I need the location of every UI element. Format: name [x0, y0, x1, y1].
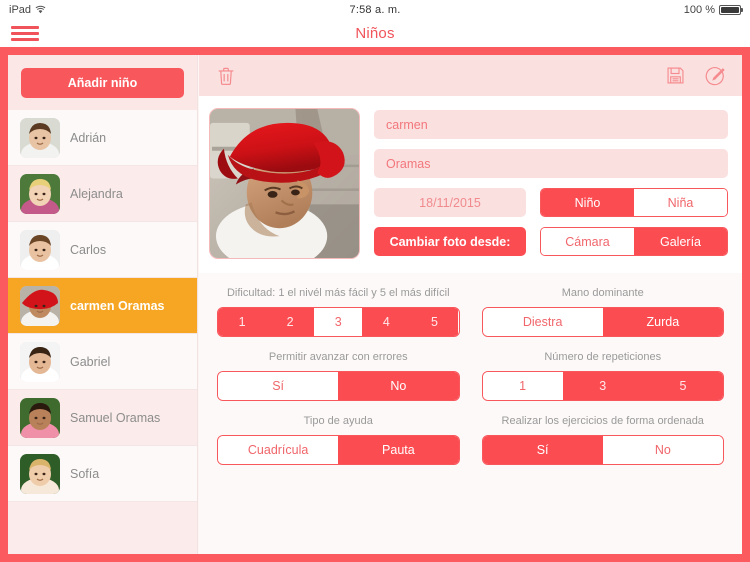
segment-option[interactable]: 2 [266, 308, 315, 336]
child-photo-carlos [20, 229, 60, 270]
child-photo-samuel [20, 397, 60, 438]
add-child-area: Añadir niño [8, 55, 197, 110]
birthdate-field[interactable]: 18/11/2015 [374, 188, 526, 217]
child-name-label: Carlos [70, 242, 107, 257]
segment-option[interactable]: Zurda [602, 308, 723, 336]
trash-icon[interactable] [213, 63, 239, 89]
sidebar-empty-space [8, 502, 197, 554]
birthdate-gender-row: 18/11/2015 Niño Niña [374, 188, 728, 217]
setting-segmented-control: 135 [481, 371, 724, 401]
page-title: Niños [355, 24, 395, 42]
child-name-label: Alejandra [70, 186, 123, 201]
clock: 7:58 a. m. [349, 3, 401, 16]
floppy-save-icon[interactable] [662, 63, 688, 89]
child-photo-carmen [20, 285, 60, 326]
gender-selector: Niño Niña [540, 188, 728, 217]
child-name-label: Adrián [70, 130, 107, 145]
photo-source-row: Cambiar foto desde: Cámara Galería [374, 227, 728, 256]
segment-option[interactable]: Niña [634, 189, 727, 216]
nav-bar: Niños [0, 19, 750, 47]
child-photo-large[interactable] [209, 108, 360, 259]
segment-option[interactable]: Sí [482, 436, 603, 464]
setting-label: Tipo de ayuda [303, 415, 373, 427]
segment-option[interactable]: Cámara [541, 228, 634, 255]
child-name-label: Sofía [70, 466, 100, 481]
child-list-item[interactable]: Samuel Oramas [8, 390, 197, 446]
setting-label: Número de repeticiones [544, 351, 662, 363]
app-root: iPad 7:58 a. m. 100 % Niños Añadir niño … [0, 0, 750, 562]
setting-help-type: Tipo de ayuda Cuadrícula Pauta [217, 415, 460, 465]
segment-option[interactable]: Niño [541, 189, 634, 216]
segment-option[interactable]: 5 [410, 308, 459, 336]
setting-label: Permitir avanzar con errores [268, 351, 408, 363]
battery-full-icon [719, 4, 743, 15]
child-photo-adrian [20, 117, 60, 158]
setting-repetitions: Número de repeticiones 1 3 5 [481, 351, 724, 401]
settings-grid: Dificultad: 1 el nivél más fácil y 5 el … [199, 273, 742, 465]
segment-option[interactable]: Sí [218, 372, 339, 400]
setting-dominant-hand: Mano dominante Diestra Zurda [481, 287, 724, 337]
child-list-item[interactable]: Sofía [8, 446, 197, 502]
content-inner: Añadir niño Adrián Alejandra Carlos carm… [8, 55, 742, 554]
child-list-item[interactable]: carmen Oramas [8, 278, 197, 334]
setting-allow-advance-with-errors: Permitir avanzar con errores Sí No [217, 351, 460, 401]
child-photo-sofia [20, 453, 60, 494]
child-name-label: carmen Oramas [70, 298, 165, 313]
segment-option[interactable]: Diestra [482, 308, 603, 336]
pencil-circle-icon[interactable] [702, 63, 728, 89]
segment-option[interactable]: Pauta [338, 436, 459, 464]
child-fields: 18/11/2015 NiñoNiña Cambiar foto desde: … [374, 108, 728, 259]
setting-segmented-control: Diestra Zurda [481, 307, 724, 337]
hamburger-menu-icon[interactable] [11, 24, 39, 43]
setting-label: Realizar los ejercicios de forma ordenad… [501, 415, 704, 427]
child-list-item[interactable]: Carlos [8, 222, 197, 278]
child-name-label: Samuel Oramas [70, 410, 161, 425]
children-list: Adrián Alejandra Carlos carmen Oramas Ga… [8, 110, 197, 502]
setting-label: Dificultad: 1 el nivél más fácil y 5 el … [226, 287, 450, 299]
last-name-input[interactable] [374, 149, 728, 178]
segment-option[interactable]: 5 [642, 372, 724, 400]
setting-difficulty: Dificultad: 1 el nivél más fácil y 5 el … [217, 287, 460, 337]
child-list-item[interactable]: Alejandra [8, 166, 197, 222]
setting-segmented-control: Sí No [217, 371, 460, 401]
child-form: 18/11/2015 NiñoNiña Cambiar foto desde: … [199, 96, 742, 273]
segment-option[interactable]: Cuadrícula [218, 436, 339, 464]
battery-percent-label: 100 % [683, 3, 715, 16]
segment-option[interactable]: 4 [362, 308, 411, 336]
status-bar: iPad 7:58 a. m. 100 % [0, 0, 750, 19]
setting-ordered-exercises: Realizar los ejercicios de forma ordenad… [481, 415, 724, 465]
setting-segmented-control: 12345 [217, 307, 460, 337]
status-bar-right: 100 % [683, 3, 743, 16]
add-child-button[interactable]: Añadir niño [21, 68, 184, 98]
child-detail-pane: 18/11/2015 NiñoNiña Cambiar foto desde: … [199, 55, 742, 554]
segment-option[interactable]: Galería [634, 228, 727, 255]
segment-option[interactable]: 1 [218, 308, 267, 336]
segment-option[interactable]: 3 [562, 372, 643, 400]
settings-row: Tipo de ayuda Cuadrícula Pauta Realizar los… [217, 415, 724, 465]
child-list-item[interactable]: Gabriel [8, 334, 197, 390]
child-name-label: Gabriel [70, 354, 111, 369]
photo-source-selector: Cámara Galería [540, 227, 728, 256]
change-photo-button[interactable]: Cambiar foto desde: [374, 227, 526, 256]
child-photo-gabriel [20, 341, 60, 382]
first-name-input[interactable] [374, 110, 728, 139]
segment-option[interactable]: No [602, 436, 723, 464]
segment-option[interactable]: 1 [482, 372, 563, 400]
content-frame: Añadir niño Adrián Alejandra Carlos carm… [0, 47, 750, 562]
child-list-item[interactable]: Adrián [8, 110, 197, 166]
settings-row: Permitir avanzar con errores Sí No Número d… [217, 351, 724, 401]
children-sidebar: Añadir niño Adrián Alejandra Carlos carm… [8, 55, 198, 554]
settings-row: Dificultad: 1 el nivél más fácil y 5 el … [217, 287, 724, 337]
segment-option[interactable]: 3 [314, 308, 363, 336]
child-photo-alejandra [20, 173, 60, 214]
detail-toolbar [199, 55, 742, 96]
setting-segmented-control: Sí No [481, 435, 724, 465]
setting-segmented-control: Cuadrícula Pauta [217, 435, 460, 465]
setting-label: Mano dominante [561, 287, 644, 299]
segment-option[interactable]: No [338, 372, 459, 400]
